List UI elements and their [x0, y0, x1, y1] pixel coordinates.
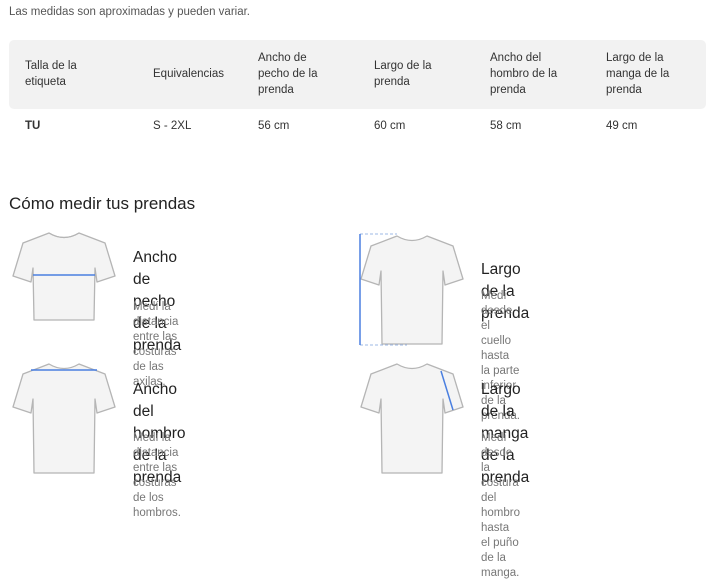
how-to-measure-title: Cómo medir tus prendas [9, 194, 196, 213]
header-cell-size-label: Talla de la etiqueta [25, 58, 77, 90]
table-cell-sleeve-length: 49 cm [606, 120, 638, 132]
tshirt-shoulder-width-icon [12, 363, 116, 474]
size-table-header: Talla de la etiqueta Equivalencias Ancho… [9, 40, 706, 109]
card-description: Medí desde la costura del hombro hasta e… [481, 431, 520, 581]
card-desc-line: Medí la distancia entre las costuras [133, 301, 179, 358]
header-line: prenda [258, 84, 294, 96]
header-line: pecho de la [258, 68, 318, 80]
header-cell-sleeve-length: Largo de la manga de la prenda [606, 50, 669, 98]
card-desc-line: Medí desde la costura del hombro [481, 432, 520, 519]
disclaimer-note: Las medidas son aproximadas y pueden var… [9, 6, 251, 18]
header-line: prenda [490, 84, 526, 96]
size-table: Talla de la etiqueta Equivalencias Ancho… [9, 40, 706, 132]
header-line: Equivalencias [153, 68, 224, 80]
header-line: manga de la [606, 68, 670, 80]
header-line: prenda [374, 76, 410, 88]
header-line: Ancho de [258, 52, 307, 64]
table-cell-size: TU [25, 120, 41, 132]
table-cell-chest-width: 56 cm [258, 120, 290, 132]
header-cell-equivalences: Equivalencias [153, 66, 224, 82]
card-desc-line: de los hombros. [133, 492, 181, 519]
card-desc-line: Medí desde el cuello hasta la parte [481, 290, 520, 377]
card-desc-line: hasta el puño de la manga. [481, 522, 520, 579]
header-line: prenda [606, 84, 642, 96]
tshirt-sleeve-length-icon [360, 363, 464, 474]
table-cell-equivalence: S - 2XL [153, 120, 192, 132]
header-line: Largo de la [374, 60, 432, 72]
header-cell-shoulder-width: Ancho del hombro de la prenda [490, 50, 557, 98]
card-desc-line: Medí la distancia entre las costuras [133, 432, 179, 489]
tshirt-length-icon [359, 233, 464, 346]
header-cell-chest-width: Ancho de pecho de la prenda [258, 50, 317, 98]
header-line: Largo de la [606, 52, 664, 64]
header-line: hombro de la [490, 68, 558, 80]
header-line: Talla de la [25, 60, 77, 72]
table-cell-length: 60 cm [374, 120, 406, 132]
table-cell-shoulder-width: 58 cm [490, 120, 522, 132]
card-description: Medí la distancia entre las costuras de … [133, 431, 181, 521]
header-line: etiqueta [25, 76, 66, 88]
card-description: Medí la distancia entre las costuras de … [133, 300, 178, 390]
tshirt-chest-width-icon [12, 232, 116, 321]
header-line: Ancho del [490, 52, 542, 64]
header-cell-length: Largo de la prenda [374, 58, 432, 90]
